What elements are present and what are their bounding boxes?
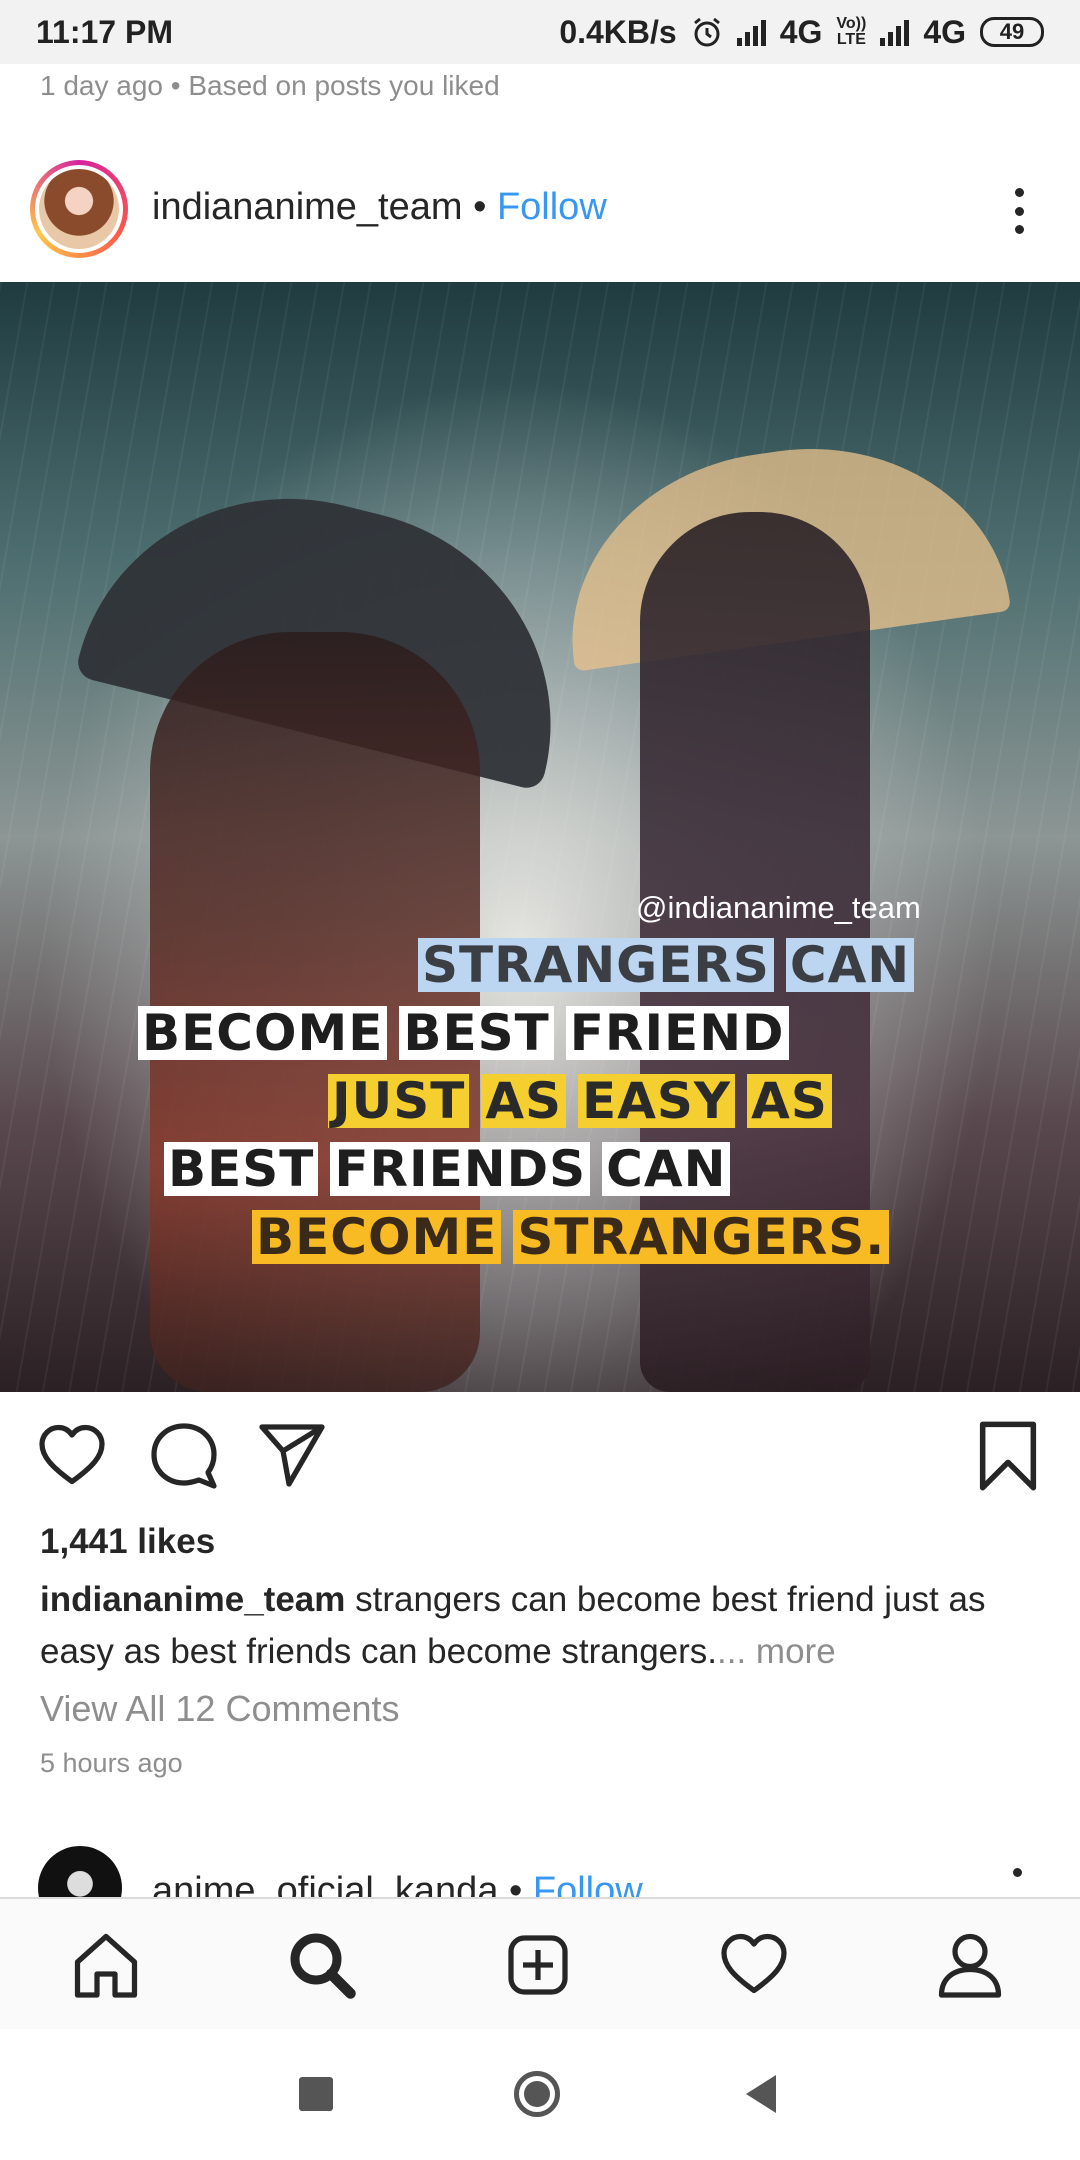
volte-bottom: LTE xyxy=(836,31,866,48)
network-type-2: 4G xyxy=(923,13,966,50)
quote-word: FRIENDS xyxy=(330,1142,591,1196)
system-home-icon[interactable] xyxy=(514,2071,560,2117)
post-header: indiananime_team • Follow xyxy=(0,160,1080,262)
battery-level: 49 xyxy=(999,19,1025,44)
status-time: 11:17 PM xyxy=(36,13,173,50)
quote-word: FRIEND xyxy=(565,1006,789,1060)
next-post-header: anime_oficial_kanda • Follow xyxy=(0,1842,1080,1897)
profile-icon[interactable] xyxy=(934,1929,1006,2001)
quote-line: BEST FRIENDS CAN xyxy=(164,1142,731,1196)
caption-more-link[interactable]: ... more xyxy=(717,1632,836,1671)
post-image[interactable]: @indiananime_team STRANGERS CAN BECOME B… xyxy=(0,282,1080,1392)
post-timestamp: 5 hours ago xyxy=(40,1748,183,1778)
quote-line: JUST AS EASY AS xyxy=(328,1074,832,1128)
home-icon[interactable] xyxy=(70,1929,142,2001)
quote-word: CAN xyxy=(785,938,915,992)
system-navigation xyxy=(0,2029,1080,2160)
avatar[interactable] xyxy=(30,160,128,258)
comment-icon[interactable] xyxy=(148,1420,220,1492)
post-author: anime_oficial_kanda • Follow xyxy=(152,1870,643,1897)
username-link[interactable]: indiananime_team xyxy=(152,186,463,228)
add-post-icon[interactable] xyxy=(502,1929,574,2001)
signal-icon-2 xyxy=(880,18,910,46)
like-count[interactable]: 1,441 likes xyxy=(40,1522,215,1562)
follow-button[interactable]: Follow xyxy=(533,1870,643,1897)
avatar[interactable] xyxy=(38,1846,122,1897)
quote-word: BEST xyxy=(399,1006,554,1060)
quote-line: BECOME STRANGERS. xyxy=(252,1210,890,1264)
quote-line: BECOME BEST FRIEND xyxy=(138,1006,789,1060)
search-icon[interactable] xyxy=(286,1929,358,2001)
quote-word: AS xyxy=(747,1074,832,1128)
bottom-navigation xyxy=(0,1897,1080,2029)
volte-top: Vo)) xyxy=(836,15,867,32)
more-vertical-icon[interactable] xyxy=(1014,188,1024,234)
feed-note: 1 day ago • Based on posts you liked xyxy=(40,70,500,101)
quote-word: BECOME xyxy=(138,1006,388,1060)
quote-line: STRANGERS CAN xyxy=(418,938,915,992)
status-bar: 11:17 PM 0.4KB/s 4G Vo)) LTE 4G 49 xyxy=(0,0,1080,64)
username-link[interactable]: anime_oficial_kanda xyxy=(152,1870,498,1897)
bookmark-icon[interactable] xyxy=(976,1418,1040,1494)
more-vertical-icon[interactable] xyxy=(1013,1868,1022,1877)
network-type-1: 4G xyxy=(779,13,823,50)
view-comments-link[interactable]: View All 12 Comments xyxy=(40,1688,400,1730)
battery-icon: 49 xyxy=(980,17,1044,47)
volte-indicator: Vo)) LTE xyxy=(836,16,866,48)
alarm-icon xyxy=(693,17,720,47)
quote-word: EASY xyxy=(578,1074,736,1128)
quote-word: STRANGERS xyxy=(418,938,774,992)
send-icon[interactable] xyxy=(256,1418,328,1490)
quote-word: BEST xyxy=(164,1142,319,1196)
quote-word: CAN xyxy=(602,1142,731,1196)
caption-username[interactable]: indiananime_team xyxy=(40,1580,345,1619)
avatar-image xyxy=(39,169,119,249)
activity-heart-icon[interactable] xyxy=(718,1929,790,2001)
quote-word: JUST xyxy=(328,1074,470,1128)
heart-icon[interactable] xyxy=(36,1420,108,1492)
image-watermark: @indiananime_team xyxy=(636,890,921,925)
network-speed: 0.4KB/s xyxy=(559,13,677,50)
separator: • xyxy=(498,1870,533,1897)
post-author: indiananime_team • Follow xyxy=(152,186,607,229)
signal-icon xyxy=(736,18,766,46)
quote-word: BECOME xyxy=(252,1210,502,1264)
quote-word: AS xyxy=(481,1074,567,1128)
post-caption: indiananime_team strangers can become be… xyxy=(40,1574,1040,1678)
back-icon[interactable] xyxy=(746,2075,776,2113)
follow-button[interactable]: Follow xyxy=(497,186,607,228)
recent-apps-icon[interactable] xyxy=(299,2077,333,2111)
status-indicators: 0.4KB/s 4G Vo)) LTE 4G 49 xyxy=(559,14,1044,51)
separator: • xyxy=(462,186,497,228)
quote-word: STRANGERS. xyxy=(513,1210,890,1264)
